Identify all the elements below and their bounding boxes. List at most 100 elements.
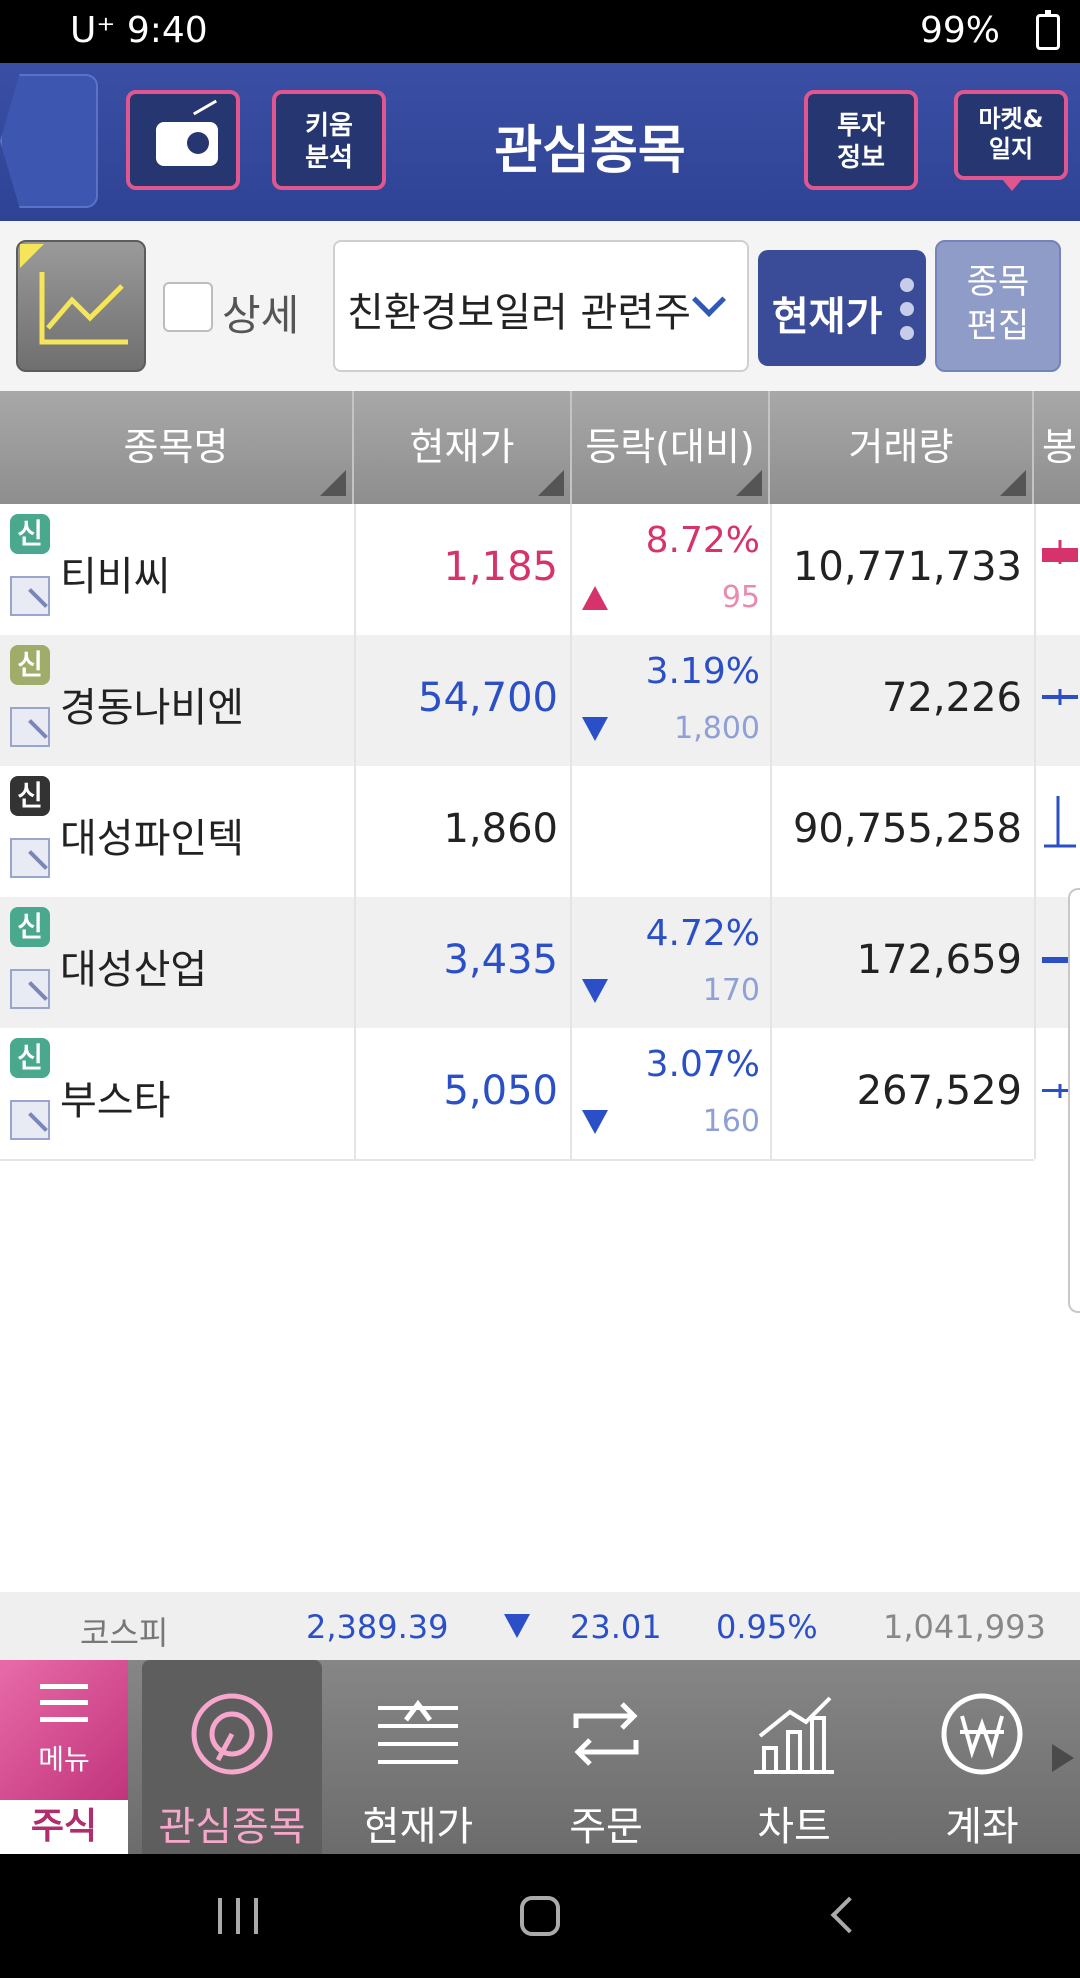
column-header-name[interactable]: 종목명 — [0, 391, 354, 504]
recent-apps-icon[interactable] — [218, 1898, 258, 1934]
edit-stocks-button[interactable]: 종목 편집 — [935, 240, 1061, 372]
nav-chart-label: 차트 — [757, 1804, 831, 1850]
more-dot-icon — [900, 278, 914, 292]
chart-view-toggle[interactable] — [16, 240, 146, 372]
system-navigation-bar — [0, 1854, 1080, 1978]
trade-volume: 90,755,258 — [792, 806, 1022, 852]
index-name: 코스피 — [80, 1614, 169, 1652]
candle-icon — [1042, 540, 1078, 564]
news-icon[interactable] — [10, 1100, 50, 1140]
table-row[interactable]: 신 경동나비엔 54,700 3.19% 1,800 72,226 — [0, 635, 1080, 766]
change-percent: 3.07% — [645, 1044, 760, 1085]
change-amount: 170 — [702, 973, 760, 1008]
menu-label: 메뉴 — [38, 1743, 90, 1776]
chevron-down-icon — [692, 283, 726, 317]
column-header-candle[interactable]: 봉 — [1034, 391, 1080, 504]
market-journal-button[interactable]: 마켓& 일지 — [954, 90, 1068, 180]
exchange-icon — [573, 1702, 639, 1766]
trade-volume: 10,771,733 — [792, 544, 1022, 590]
speech-tail-icon — [1002, 179, 1022, 191]
market-label-line2: 일지 — [988, 135, 1034, 163]
column-header-price[interactable]: 현재가 — [354, 391, 572, 504]
news-icon[interactable] — [10, 576, 50, 616]
nav-account[interactable]: 계좌 — [892, 1660, 1072, 1854]
news-icon[interactable] — [10, 969, 50, 1009]
status-bar: U⁺ 9:40 99% — [0, 0, 1080, 63]
news-icon[interactable] — [10, 707, 50, 747]
stock-name: 대성산업 — [60, 947, 208, 993]
change-arrow-icon — [582, 979, 608, 1003]
table-row[interactable]: 신 대성산업 3,435 4.72% 170 172,659 — [0, 897, 1080, 1028]
trade-volume: 72,226 — [882, 675, 1022, 721]
more-dot-icon — [900, 302, 914, 316]
nav-chart[interactable]: 차트 — [704, 1660, 884, 1854]
column-header-change[interactable]: 등락(대비) — [572, 391, 770, 504]
stock-name: 경동나비엔 — [60, 685, 244, 731]
change-amount: 160 — [702, 1104, 760, 1139]
change-arrow-icon — [582, 717, 608, 741]
clock: 9:40 — [126, 10, 208, 51]
down-arrow-icon — [504, 1614, 530, 1638]
price-view-button[interactable]: 현재가 — [758, 250, 926, 366]
market-index-ticker[interactable]: 코스피 2,389.39 23.01 0.95% 1,041,993 — [0, 1592, 1080, 1660]
stock-name: 부스타 — [60, 1078, 171, 1124]
stock-name: 티비씨 — [60, 554, 171, 600]
home-icon[interactable] — [520, 1896, 560, 1936]
nav-order-label: 주문 — [569, 1804, 643, 1850]
stock-price: 1,860 — [443, 806, 558, 852]
invest-info-button[interactable]: 투자 정보 — [804, 90, 918, 190]
change-amount: 95 — [721, 580, 760, 615]
back-button[interactable] — [0, 74, 98, 208]
change-amount: 1,800 — [674, 711, 760, 746]
hamburger-icon — [40, 1684, 88, 1722]
detail-checkbox[interactable] — [163, 282, 213, 332]
index-change-percent: 0.95% — [716, 1608, 818, 1646]
invest-label-line2: 정보 — [837, 143, 885, 173]
credit-badge: 신 — [10, 1038, 50, 1078]
watchlist-group-select[interactable]: 친환경보일러 관련주 — [333, 240, 749, 372]
back-icon[interactable] — [830, 1896, 868, 1934]
scroll-handle[interactable] — [1068, 888, 1080, 1313]
nav-current-price-label: 현재가 — [362, 1804, 474, 1850]
kiwoom-label-line2: 분석 — [305, 143, 353, 173]
radio-antenna — [192, 99, 218, 116]
nav-watchlist[interactable]: 관심종목 — [142, 1660, 322, 1854]
news-icon[interactable] — [10, 838, 50, 878]
radio-button[interactable] — [126, 90, 240, 190]
table-bottom-divider — [0, 1159, 1034, 1161]
radio-icon — [156, 122, 218, 166]
carrier-label: U⁺ — [70, 10, 116, 51]
market-type-tab[interactable]: 주식 — [0, 1800, 128, 1854]
index-value: 2,389.39 — [306, 1608, 449, 1646]
table-row[interactable]: 신 부스타 5,050 3.07% 160 267,529 — [0, 1028, 1080, 1159]
change-arrow-icon — [582, 1110, 608, 1134]
index-change: 23.01 — [570, 1608, 662, 1646]
candle-icon — [1042, 689, 1078, 705]
menu-button[interactable]: 메뉴 — [0, 1660, 128, 1800]
change-arrow-icon — [582, 586, 608, 610]
detail-label: 상세 — [222, 291, 300, 340]
bar-chart-icon — [754, 1696, 834, 1774]
credit-badge: 신 — [10, 776, 50, 816]
sort-icon — [736, 470, 762, 496]
nav-current-price[interactable]: 현재가 — [328, 1660, 508, 1854]
price-view-label: 현재가 — [772, 294, 883, 340]
credit-badge: 신 — [10, 907, 50, 947]
credit-badge: 신 — [10, 645, 50, 685]
table-header: 종목명 현재가 등락(대비) 거래량 봉 — [0, 391, 1080, 504]
table-row[interactable]: 신 대성파인텍 1,860 90,755,258 — [0, 766, 1080, 897]
market-label-line1: 마켓& — [978, 105, 1044, 133]
table-row[interactable]: 신 티비씨 1,185 8.72% 95 10,771,733 — [0, 504, 1080, 635]
trade-volume: 172,659 — [856, 937, 1022, 983]
index-volume: 1,041,993 — [883, 1608, 1046, 1646]
stock-price: 1,185 — [443, 544, 558, 590]
kiwoom-label-line1: 키움 — [305, 111, 353, 141]
sort-icon — [1000, 470, 1026, 496]
edit-label-line1: 종목 — [966, 262, 1030, 302]
stock-name: 대성파인텍 — [60, 816, 244, 862]
column-header-volume[interactable]: 거래량 — [770, 391, 1034, 504]
change-percent: 3.19% — [645, 651, 760, 692]
nav-order[interactable]: 주문 — [516, 1660, 696, 1854]
kiwoom-analysis-button[interactable]: 키움 분석 — [272, 90, 386, 190]
chevron-right-icon[interactable] — [1052, 1744, 1074, 1772]
